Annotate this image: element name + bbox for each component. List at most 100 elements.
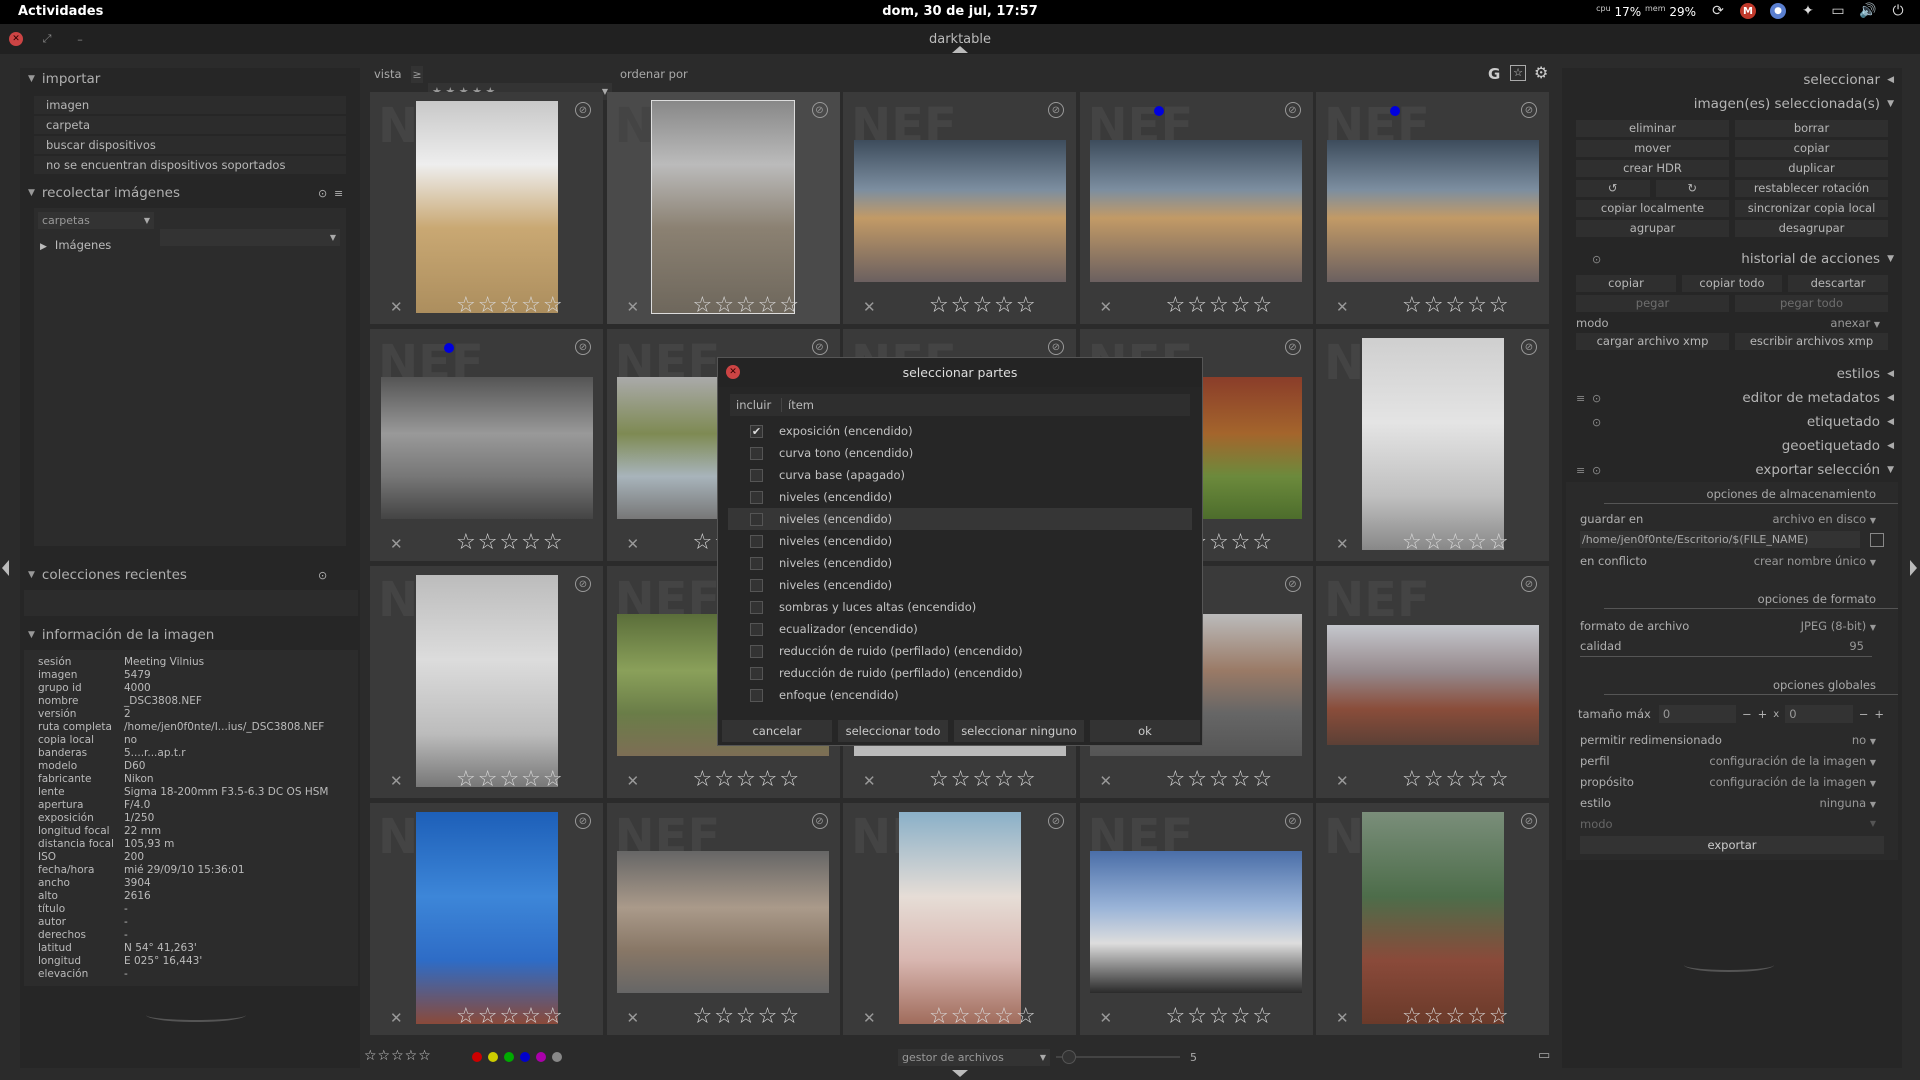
star-rating[interactable]: ☆☆☆☆☆ xyxy=(456,767,565,792)
reject-icon[interactable]: ✕ xyxy=(627,1009,640,1027)
group-icon[interactable]: ⊘ xyxy=(575,813,591,829)
dialog-item[interactable]: niveles (encendido) xyxy=(728,508,1192,530)
dialog-item[interactable]: niveles (encendido) xyxy=(728,552,1192,574)
tagging-header[interactable]: ⊙ etiquetado ◀ xyxy=(1562,410,1902,434)
display-icon[interactable]: ▭ xyxy=(1830,3,1846,19)
reset-rotation-button[interactable]: restablecer rotación xyxy=(1735,180,1888,197)
history-copy-all-button[interactable]: copiar todo xyxy=(1682,275,1782,292)
copy-button[interactable]: copiar xyxy=(1735,140,1888,157)
star-rating[interactable]: ☆☆☆☆☆ xyxy=(1166,293,1275,318)
gear-icon[interactable]: ⚙ xyxy=(1534,63,1548,82)
include-checkbox[interactable] xyxy=(750,534,763,548)
group-icon[interactable]: ⊘ xyxy=(575,339,591,355)
include-checkbox[interactable] xyxy=(750,622,763,636)
group-icon[interactable]: ⊘ xyxy=(1284,576,1301,592)
select-none-button[interactable]: seleccionar ninguno xyxy=(954,720,1084,742)
thumbnail[interactable]: NEF⊘✕☆☆☆☆☆ xyxy=(1079,92,1313,324)
include-checkbox[interactable] xyxy=(750,556,763,570)
thumbnail[interactable]: NEF⊘✕☆☆☆☆☆ xyxy=(1079,803,1313,1035)
history-copy-button[interactable]: copiar xyxy=(1576,275,1676,292)
thumbnail[interactable]: NEF⊘✕☆☆☆☆☆ xyxy=(606,92,840,324)
history-paste-button[interactable]: pegar xyxy=(1576,295,1729,312)
left-panel-toggle-icon[interactable] xyxy=(2,560,9,576)
move-button[interactable]: mover xyxy=(1576,140,1729,157)
reject-icon[interactable]: ✕ xyxy=(1336,1009,1349,1027)
reject-icon[interactable]: ✕ xyxy=(1336,298,1349,316)
overlay-star-icon[interactable]: ☆ xyxy=(1510,65,1526,81)
scan-devices-button[interactable]: buscar dispositivos xyxy=(34,136,346,154)
folder-browse-icon[interactable] xyxy=(1870,532,1884,547)
reject-icon[interactable]: ✕ xyxy=(1336,772,1349,790)
group-icon[interactable]: ⊘ xyxy=(1284,102,1301,118)
col-include[interactable]: incluir xyxy=(730,398,782,412)
presets-icon[interactable]: ≡ xyxy=(1576,392,1585,405)
thumbnail[interactable]: NEF⊘✕☆☆☆☆☆ xyxy=(1316,566,1549,798)
group-icon[interactable]: ⊘ xyxy=(575,576,591,592)
include-checkbox[interactable] xyxy=(750,688,763,702)
reject-icon[interactable]: ✕ xyxy=(1100,1009,1113,1027)
styles-header[interactable]: estilos ◀ xyxy=(1562,362,1902,386)
col-item[interactable]: ítem xyxy=(782,398,814,412)
reject-icon[interactable]: ✕ xyxy=(390,772,403,790)
import-folder-button[interactable]: carpeta xyxy=(34,116,346,134)
delete-button[interactable]: borrar xyxy=(1735,120,1888,137)
bottom-panel-toggle-icon[interactable] xyxy=(952,1070,968,1077)
include-checkbox[interactable] xyxy=(750,468,763,482)
path-input[interactable]: /home/jen0f0nte/Escritorio/$(FILE_NAME) xyxy=(1580,531,1860,548)
include-checkbox[interactable] xyxy=(750,490,763,504)
group-icon[interactable]: ⊘ xyxy=(1048,813,1064,829)
rotate-cw-icon[interactable]: ↻ xyxy=(1655,180,1729,197)
style-row[interactable]: estilo ninguna ▼ xyxy=(1566,792,1898,813)
reset-icon[interactable]: ⊙ xyxy=(1592,253,1601,266)
power-icon[interactable]: ⏻ xyxy=(1890,3,1906,19)
group-icon[interactable]: ⊘ xyxy=(811,102,828,118)
star-rating[interactable]: ☆☆☆☆☆ xyxy=(456,293,565,318)
include-checkbox[interactable] xyxy=(750,446,763,460)
color-label-icon[interactable] xyxy=(520,1052,530,1062)
color-label-icon[interactable] xyxy=(472,1052,482,1062)
group-icon[interactable]: ⊘ xyxy=(811,813,828,829)
star-rating[interactable]: ☆☆☆☆☆ xyxy=(1166,767,1275,792)
sync-local-copy-button[interactable]: sincronizar copia local xyxy=(1735,200,1888,217)
group-icon[interactable]: ⊘ xyxy=(811,339,828,355)
comparator-combo[interactable]: ≥ xyxy=(411,66,423,83)
grouping-button[interactable]: G xyxy=(1488,65,1500,83)
group-icon[interactable]: ⊘ xyxy=(1284,813,1301,829)
star-rating[interactable]: ☆☆☆☆☆ xyxy=(456,530,565,555)
select-all-button[interactable]: seleccionar todo xyxy=(838,720,948,742)
intent-row[interactable]: propósito configuración de la imagen ▼ xyxy=(1566,771,1898,792)
dialog-item[interactable]: curva tono (encendido) xyxy=(728,442,1192,464)
include-checkbox[interactable] xyxy=(750,666,763,680)
ungroup-button[interactable]: desagrupar xyxy=(1735,220,1888,237)
group-button[interactable]: agrupar xyxy=(1576,220,1729,237)
zoom-value[interactable]: 5 xyxy=(1190,1051,1197,1064)
star-rating[interactable]: ☆☆☆☆☆ xyxy=(929,767,1038,792)
import-image-button[interactable]: imagen xyxy=(34,96,346,114)
include-checkbox[interactable] xyxy=(750,644,763,658)
right-panel-toggle-icon[interactable] xyxy=(1910,560,1917,576)
top-panel-toggle-icon[interactable] xyxy=(952,46,968,53)
include-checkbox[interactable] xyxy=(750,512,763,526)
ok-button[interactable]: ok xyxy=(1090,720,1200,742)
chat-icon[interactable]: ● xyxy=(1770,3,1786,19)
reset-icon[interactable]: ⊙ xyxy=(1592,464,1601,477)
history-mode-row[interactable]: modo anexar ▼ xyxy=(1562,312,1902,333)
reject-icon[interactable]: ✕ xyxy=(390,298,403,316)
collect-rule-combo[interactable]: ▼ xyxy=(160,229,340,246)
reject-icon[interactable]: ✕ xyxy=(627,772,640,790)
group-icon[interactable]: ⊘ xyxy=(575,102,591,118)
star-rating[interactable]: ☆☆☆☆☆ xyxy=(1402,1004,1511,1029)
quality-slider[interactable]: calidad 95 xyxy=(1580,636,1872,657)
rotate-ccw-icon[interactable]: ↺ xyxy=(1576,180,1650,197)
dialog-item[interactable]: ecualizador (encendido) xyxy=(728,618,1192,640)
create-hdr-button[interactable]: crear HDR xyxy=(1576,160,1729,177)
dialog-item[interactable]: reducción de ruido (perfilado) (encendid… xyxy=(728,640,1192,662)
on-conflict-row[interactable]: en conflicto crear nombre único ▼ xyxy=(1566,550,1898,571)
geotagging-header[interactable]: geoetiquetado ◀ xyxy=(1562,434,1902,458)
save-to-row[interactable]: guardar en archivo en disco ▼ xyxy=(1566,508,1898,529)
duplicate-button[interactable]: duplicar xyxy=(1735,160,1888,177)
dialog-item[interactable]: curva base (apagado) xyxy=(728,464,1192,486)
dialog-item[interactable]: ✔ exposición (encendido) xyxy=(728,420,1192,442)
export-selection-header[interactable]: ≡ ⊙ exportar selección ▼ xyxy=(1562,458,1902,482)
color-label-icon[interactable] xyxy=(488,1052,498,1062)
